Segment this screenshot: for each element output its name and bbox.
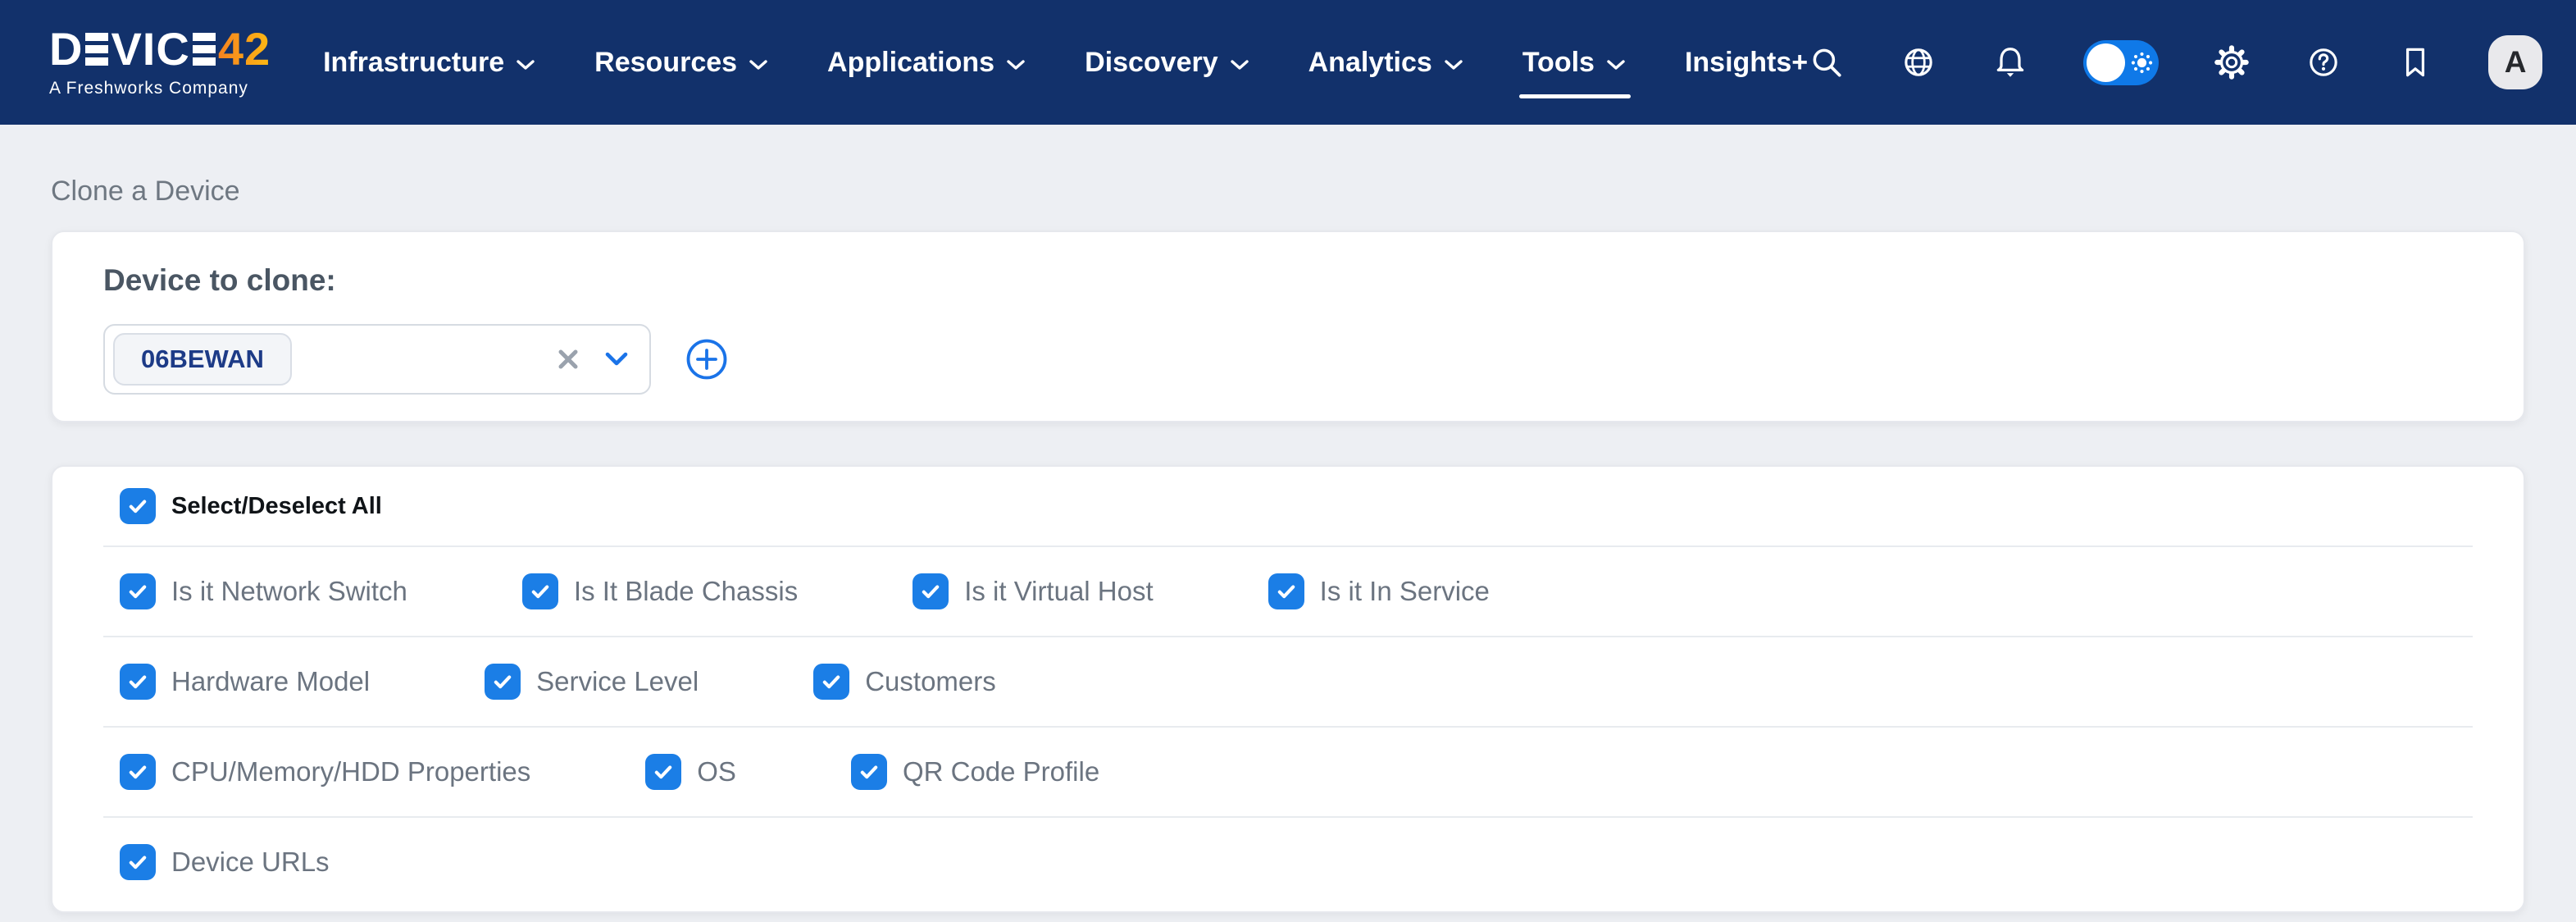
logo-letters: VIC	[111, 26, 189, 72]
checkbox-checked-icon[interactable]	[120, 573, 156, 609]
selected-device-name: 06BEWAN	[141, 345, 264, 374]
checkbox-item-service-level[interactable]: Service Level	[485, 664, 699, 700]
nav-item-tools[interactable]: Tools	[1522, 0, 1626, 125]
nav-menu: Infrastructure Resources Applications Di…	[323, 0, 1808, 125]
avatar-initial: A	[2505, 45, 2527, 80]
options-row-2: Hardware Model Service Level Customers	[103, 636, 2473, 726]
clone-options-card: Select/Deselect All Is it Network Switch…	[51, 465, 2525, 913]
add-device-button[interactable]	[685, 338, 728, 381]
chevron-down-icon	[749, 59, 768, 71]
logo-tagline: A Freshworks Company	[49, 79, 271, 98]
checkbox-label: Is It Blade Chassis	[574, 576, 798, 607]
checkbox-checked-icon[interactable]	[120, 664, 156, 700]
device-picker-row: 06BEWAN	[103, 324, 2473, 395]
checkbox-checked-icon[interactable]	[1268, 573, 1304, 609]
device42-logo[interactable]: D VIC 42 A Freshworks Company	[49, 26, 271, 98]
checkbox-label: QR Code Profile	[903, 756, 1099, 787]
device-picker-card: Device to clone: 06BEWAN	[51, 230, 2525, 422]
nav-item-label: Analytics	[1308, 47, 1432, 79]
checkbox-label: Customers	[865, 666, 996, 697]
logo-stylized-e	[85, 33, 108, 66]
chevron-down-icon	[1006, 59, 1026, 71]
nav-item-applications[interactable]: Applications	[827, 0, 1026, 125]
checkbox-checked-icon[interactable]	[645, 754, 681, 790]
select-all-checkbox-item[interactable]: Select/Deselect All	[103, 488, 382, 524]
checkbox-item-network-switch[interactable]: Is it Network Switch	[103, 573, 407, 609]
checkbox-checked-icon[interactable]	[485, 664, 521, 700]
nav-item-resources[interactable]: Resources	[594, 0, 768, 125]
checkbox-item-hardware-model[interactable]: Hardware Model	[103, 664, 370, 700]
logo-stylized-e	[193, 33, 216, 66]
sun-icon	[2131, 52, 2153, 78]
checkbox-checked-icon[interactable]	[120, 488, 156, 524]
search-icon[interactable]	[1808, 43, 1846, 81]
chevron-down-icon	[1606, 59, 1626, 71]
user-avatar[interactable]: A	[2488, 35, 2542, 89]
checkbox-label: Device URLs	[171, 847, 330, 878]
checkbox-checked-icon[interactable]	[813, 664, 849, 700]
nav-item-label: Tools	[1522, 47, 1595, 79]
nav-item-discovery[interactable]: Discovery	[1085, 0, 1249, 125]
chevron-down-icon	[516, 59, 535, 71]
checkbox-item-in-service[interactable]: Is it In Service	[1268, 573, 1490, 609]
nav-item-analytics[interactable]: Analytics	[1308, 0, 1463, 125]
checkbox-label: Is it In Service	[1320, 576, 1490, 607]
checkbox-label: OS	[697, 756, 736, 787]
nav-item-label: Discovery	[1085, 47, 1218, 79]
help-icon[interactable]	[2305, 43, 2342, 81]
checkbox-item-os[interactable]: OS	[645, 754, 736, 790]
checkbox-item-cpu-memory-hdd[interactable]: CPU/Memory/HDD Properties	[103, 754, 530, 790]
checkbox-checked-icon[interactable]	[913, 573, 949, 609]
checkbox-label: Select/Deselect All	[171, 493, 382, 520]
checkbox-item-customers[interactable]: Customers	[813, 664, 996, 700]
settings-gear-icon[interactable]	[2213, 43, 2251, 81]
checkbox-checked-icon[interactable]	[522, 573, 558, 609]
device-select[interactable]: 06BEWAN	[103, 324, 651, 395]
theme-toggle[interactable]	[2083, 40, 2159, 85]
logo-accent-42: 42	[218, 26, 271, 72]
device-to-clone-label: Device to clone:	[103, 263, 2473, 298]
checkbox-label: Service Level	[536, 666, 699, 697]
globe-icon[interactable]	[1900, 43, 1937, 81]
toggle-knob	[2087, 43, 2125, 82]
checkbox-checked-icon[interactable]	[851, 754, 887, 790]
checkbox-item-qr-code-profile[interactable]: QR Code Profile	[851, 754, 1099, 790]
nav-item-insights-plus[interactable]: Insights+	[1685, 0, 1808, 125]
checkbox-label: Is it Virtual Host	[964, 576, 1153, 607]
nav-item-label: Infrastructure	[323, 47, 504, 79]
checkbox-item-device-urls[interactable]: Device URLs	[103, 844, 330, 880]
logo-wordmark: D VIC 42	[49, 26, 271, 72]
checkbox-label: Is it Network Switch	[171, 576, 407, 607]
bookmark-icon[interactable]	[2396, 43, 2434, 81]
select-controls	[556, 347, 630, 372]
nav-item-infrastructure[interactable]: Infrastructure	[323, 0, 535, 125]
top-navigation-bar: D VIC 42 A Freshworks Company Infrastruc…	[0, 0, 2576, 125]
options-row-3: CPU/Memory/HDD Properties OS QR Code Pro…	[103, 726, 2473, 816]
clear-selection-icon[interactable]	[556, 347, 580, 372]
select-chevron-down-icon[interactable]	[603, 351, 630, 367]
logo-letter: D	[49, 26, 83, 72]
checkbox-item-virtual-host[interactable]: Is it Virtual Host	[913, 573, 1153, 609]
nav-item-label: Resources	[594, 47, 737, 79]
nav-item-label: Insights+	[1685, 47, 1808, 79]
chevron-down-icon	[1230, 59, 1249, 71]
options-row-1: Is it Network Switch Is It Blade Chassis…	[103, 545, 2473, 636]
nav-item-label: Applications	[827, 47, 994, 79]
checkbox-checked-icon[interactable]	[120, 754, 156, 790]
checkbox-label: CPU/Memory/HDD Properties	[171, 756, 530, 787]
notifications-bell-icon[interactable]	[1991, 43, 2029, 81]
chevron-down-icon	[1444, 59, 1463, 71]
options-row-4: Device URLs	[103, 816, 2473, 911]
main-content: Clone a Device Device to clone: 06BEWAN	[0, 176, 2576, 913]
checkbox-checked-icon[interactable]	[120, 844, 156, 880]
checkbox-label: Hardware Model	[171, 666, 370, 697]
checkbox-item-blade-chassis[interactable]: Is It Blade Chassis	[522, 573, 798, 609]
page-title: Clone a Device	[51, 176, 2525, 208]
select-all-row: Select/Deselect All	[103, 467, 2473, 545]
nav-right-controls: A	[1808, 35, 2542, 89]
selected-device-tag: 06BEWAN	[113, 333, 292, 386]
